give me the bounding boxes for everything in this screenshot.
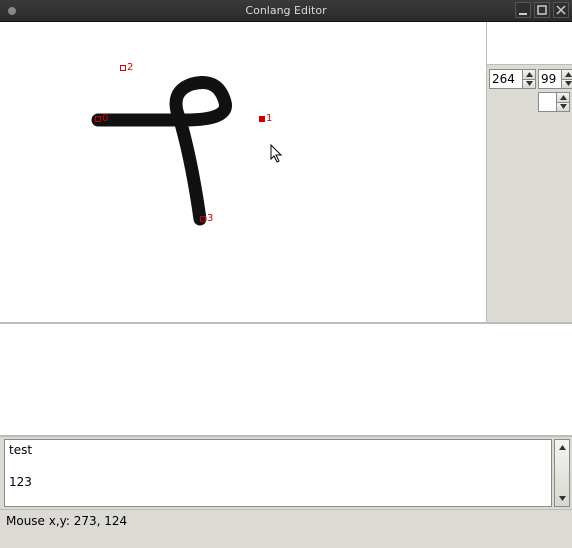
side-panel — [487, 22, 572, 322]
y-spinner[interactable] — [538, 69, 572, 89]
text-scrollbar[interactable] — [554, 439, 570, 507]
mouse-coords: Mouse x,y: 273, 124 — [6, 514, 127, 528]
scroll-down-icon[interactable] — [555, 491, 569, 506]
maximize-button[interactable] — [534, 2, 550, 18]
window-titlebar: Conlang Editor — [0, 0, 572, 22]
aux-spinner-down[interactable] — [557, 103, 569, 112]
y-spinner-input[interactable] — [539, 70, 561, 88]
control-point-3[interactable] — [200, 216, 206, 222]
control-point-1[interactable] — [259, 116, 265, 122]
drawing-canvas[interactable]: 0 1 2 3 — [0, 22, 487, 322]
glyph-stroke — [0, 22, 485, 324]
x-spinner-down[interactable] — [523, 80, 535, 89]
text-input[interactable]: test 123 — [4, 439, 552, 507]
client-area: 0 1 2 3 — [0, 22, 572, 548]
window-title: Conlang Editor — [0, 4, 572, 17]
side-preview — [487, 22, 572, 65]
control-point-0[interactable] — [95, 116, 101, 122]
aux-spinner[interactable] — [538, 92, 570, 112]
x-spinner-up[interactable] — [523, 70, 535, 80]
y-spinner-up[interactable] — [562, 70, 572, 80]
status-bar: Mouse x,y: 273, 124 — [0, 510, 572, 548]
text-line-2: 123 — [9, 475, 32, 489]
control-label-1: 1 — [266, 113, 272, 124]
control-label-2: 2 — [127, 62, 133, 73]
x-spinner-input[interactable] — [490, 70, 522, 88]
middle-pane[interactable] — [0, 324, 572, 437]
text-pane: test 123 — [0, 437, 572, 510]
control-label-0: 0 — [102, 113, 108, 124]
minimize-button[interactable] — [515, 2, 531, 18]
close-button[interactable] — [553, 2, 569, 18]
text-line-1: test — [9, 443, 32, 457]
x-spinner[interactable] — [489, 69, 536, 89]
control-label-3: 3 — [207, 213, 213, 224]
aux-spinner-up[interactable] — [557, 93, 569, 103]
upper-pane: 0 1 2 3 — [0, 22, 572, 324]
y-spinner-down[interactable] — [562, 80, 572, 89]
scroll-up-icon[interactable] — [555, 440, 569, 455]
app-menu-icon[interactable] — [4, 3, 20, 19]
control-point-2[interactable] — [120, 65, 126, 71]
